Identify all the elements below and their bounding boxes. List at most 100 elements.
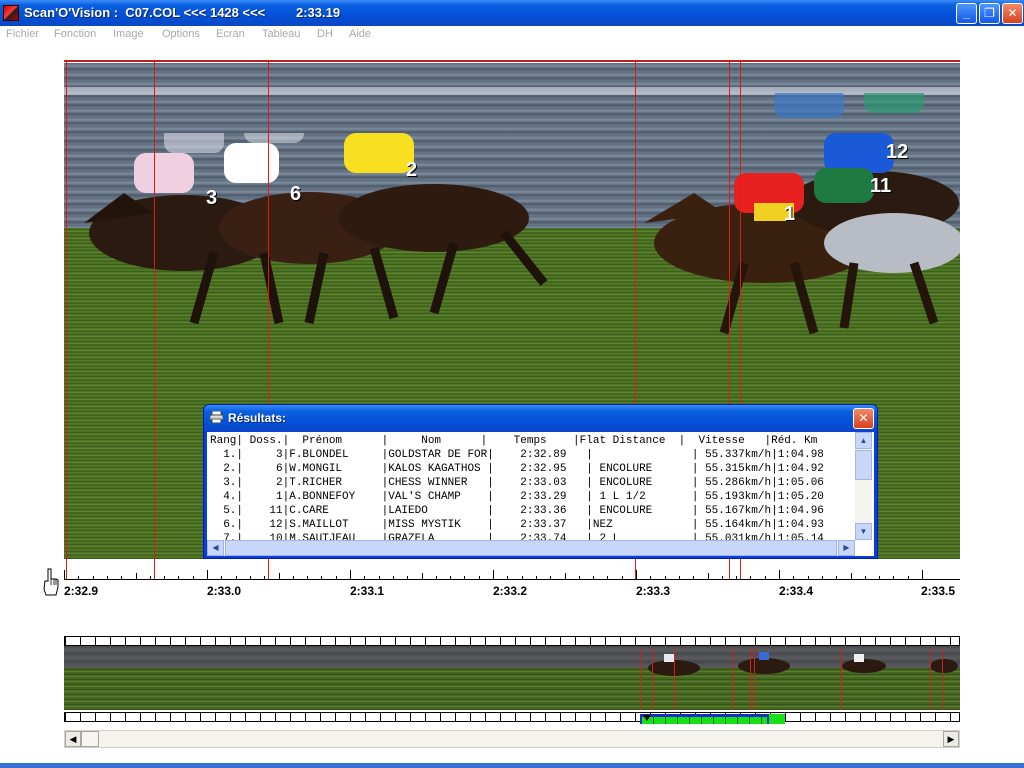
overview-marker (930, 648, 931, 710)
ruler-minor-tick (879, 576, 880, 580)
close-button[interactable]: ✕ (1002, 3, 1023, 24)
horizontal-scrollbar[interactable]: ◀ ▶ (64, 730, 960, 748)
timing-line[interactable] (154, 60, 155, 580)
results-vscroll-thumb[interactable] (855, 450, 872, 480)
results-row[interactable]: 3.| 2|T.RICHER |CHESS WINNER | 2:33.03 |… (210, 476, 824, 490)
ruler-minor-tick (264, 576, 265, 580)
ruler-minor-tick (178, 576, 179, 580)
ruler-minor-tick (321, 576, 322, 580)
scroll-down-arrow-icon[interactable]: ▼ (855, 523, 872, 540)
ruler-major-tick (779, 570, 780, 580)
printer-icon (210, 411, 223, 423)
ruler-minor-tick (93, 576, 94, 580)
ruler-minor-tick (722, 576, 723, 580)
ruler-minor-tick (893, 576, 894, 580)
results-header: Rang| Doss.| Prénom | Nom | Temps |Flat … (210, 435, 818, 447)
ruler-minor-tick (622, 576, 623, 580)
ruler-major-tick (636, 570, 637, 580)
time-ruler[interactable] (64, 570, 960, 580)
ruler-minor-tick (121, 576, 122, 580)
results-row[interactable]: 2.| 6|W.MONGIL |KALOS KAGATHOS | 2:32.95… (210, 462, 824, 476)
ruler-minor-tick (236, 576, 237, 580)
app-icon[interactable] (3, 5, 19, 21)
horses-group-right (644, 93, 960, 335)
ruler-minor-tick (522, 576, 523, 580)
ruler-minor-tick (293, 576, 294, 580)
ruler-minor-tick (908, 576, 909, 580)
minimize-button[interactable]: _ (956, 3, 977, 24)
overview-marker (750, 648, 751, 710)
ruler-minor-tick (808, 576, 809, 580)
results-vertical-scrollbar[interactable]: ▲ ▼ (855, 432, 872, 540)
ruler-minor-tick (250, 576, 251, 580)
ruler-minor-tick (507, 576, 508, 580)
ruler-minor-tick (607, 576, 608, 580)
horses-group-left (84, 133, 548, 325)
results-row[interactable]: 4.| 1|A.BONNEFOY |VAL'S CHAMP | 2:33.29 … (210, 490, 824, 504)
menu-fichier[interactable]: Fichier (6, 28, 39, 40)
results-hscroll-thumb[interactable] (225, 540, 837, 556)
ruler-minor-tick (565, 573, 566, 580)
selection-range-end[interactable] (769, 714, 785, 724)
results-horizontal-scrollbar[interactable]: ◀ ▶ (207, 540, 855, 556)
overview-strip[interactable] (64, 636, 960, 726)
time-label: 2:33.3 (636, 584, 671, 598)
menu-ecran[interactable]: Ecran (216, 28, 245, 40)
scroll-left-arrow-icon[interactable]: ◀ (207, 540, 224, 556)
timing-line[interactable] (66, 60, 67, 580)
pointer-hand-icon[interactable] (40, 567, 60, 597)
ruler-minor-tick (422, 573, 423, 580)
maximize-button[interactable]: ❐ (979, 3, 1000, 24)
ruler-minor-tick (679, 576, 680, 580)
scroll-up-arrow-icon[interactable]: ▲ (855, 432, 872, 449)
menu-options[interactable]: Options (162, 28, 200, 40)
results-dialog-titlebar[interactable]: Résultats: ✕ (204, 405, 877, 431)
window-title-time: 2:33.19 (296, 5, 341, 20)
scroll-right-arrow-icon[interactable]: ▶ (838, 540, 855, 556)
overview-marker (754, 648, 755, 710)
selection-range-fill (642, 717, 767, 724)
results-close-button[interactable]: ✕ (853, 408, 874, 429)
time-label: 2:33.0 (207, 584, 242, 598)
overview-marker (732, 648, 733, 710)
ruler-minor-tick (78, 576, 79, 580)
ruler-minor-tick (450, 576, 451, 580)
ruler-minor-tick (193, 576, 194, 580)
menu-fonction[interactable]: Fonction (54, 28, 96, 40)
ruler-minor-tick (836, 576, 837, 580)
ruler-minor-tick (793, 576, 794, 580)
saddle-number-6: 6 (290, 183, 302, 205)
menu-dh[interactable]: DH (317, 28, 333, 40)
scroll-thumb[interactable] (81, 731, 99, 747)
ruler-minor-tick (665, 576, 666, 580)
ruler-minor-tick (851, 573, 852, 580)
ruler-major-tick (64, 570, 65, 580)
overview-image[interactable] (64, 646, 960, 710)
results-list[interactable]: Rang| Doss.| Prénom | Nom | Temps |Flat … (207, 432, 874, 556)
selection-start-arrow-icon[interactable] (643, 715, 651, 723)
ruler-minor-tick (379, 576, 380, 580)
results-row[interactable]: 1.| 3|F.BLONDEL |GOLDSTAR DE FOR| 2:32.8… (210, 448, 824, 462)
overview-marker (652, 648, 653, 710)
ruler-major-tick (493, 570, 494, 580)
saddle-number-2: 2 (406, 159, 418, 181)
ruler-minor-tick (650, 576, 651, 580)
taskbar-edge (0, 763, 1024, 768)
scroll-left-arrow-icon[interactable]: ◀ (65, 731, 81, 747)
ruler-minor-tick (736, 576, 737, 580)
ruler-minor-tick (550, 576, 551, 580)
ruler-minor-tick (307, 576, 308, 580)
time-label: 2:33.4 (779, 584, 814, 598)
ruler-minor-tick (593, 576, 594, 580)
scroll-right-arrow-icon[interactable]: ▶ (943, 731, 959, 747)
results-table: Rang| Doss.| Prénom | Nom | Temps |Flat … (210, 434, 824, 546)
ruler-minor-tick (464, 576, 465, 580)
menu-tableau[interactable]: Tableau (262, 28, 301, 40)
saddle-number-1: 1 (784, 203, 796, 225)
ruler-minor-tick (221, 576, 222, 580)
results-row[interactable]: 5.| 11|C.CARE |LAIEDO | 2:33.36 | ENCOLU… (210, 504, 824, 518)
menu-image[interactable]: Image (113, 28, 144, 40)
results-row[interactable]: 6.| 12|S.MAILLOT |MISS MYSTIK | 2:33.37 … (210, 518, 824, 532)
time-label: 2:32.9 (64, 584, 99, 598)
menu-aide[interactable]: Aide (349, 28, 371, 40)
